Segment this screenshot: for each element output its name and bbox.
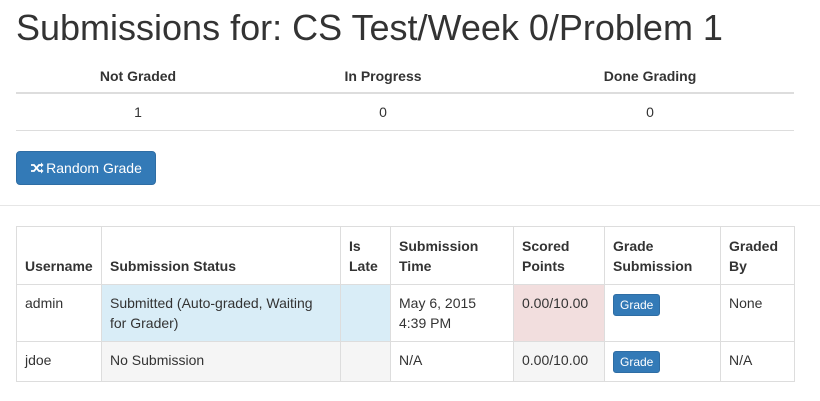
done-grading-count: 0 xyxy=(506,93,794,131)
section-divider xyxy=(0,205,820,206)
is-late-cell xyxy=(340,284,391,342)
submissions-table: Username Submission Status Is Late Submi… xyxy=(16,226,795,382)
random-grade-label: Random Grade xyxy=(46,160,142,176)
graded-by-header: Graded By xyxy=(720,226,795,285)
submission-status-header: Submission Status xyxy=(101,226,341,285)
is-late-header: Is Late xyxy=(340,226,391,285)
grade-submission-cell: Grade xyxy=(604,284,721,342)
grade-submission-header: Grade Submission xyxy=(604,226,721,285)
graded-by-cell: None xyxy=(720,284,795,342)
scored-points-cell: 0.00/10.00 xyxy=(513,341,605,382)
not-graded-count: 1 xyxy=(16,93,260,131)
page-title: Submissions for: CS Test/Week 0/Problem … xyxy=(16,7,723,48)
in-progress-header: In Progress xyxy=(260,60,506,94)
username-cell: jdoe xyxy=(16,341,102,382)
submission-status-cell: No Submission xyxy=(101,341,341,382)
submission-time-header: Submission Time xyxy=(390,226,514,285)
grade-button[interactable]: Grade xyxy=(613,351,661,373)
random-grade-button[interactable]: Random Grade xyxy=(16,151,156,185)
username-header: Username xyxy=(16,226,102,285)
in-progress-count: 0 xyxy=(260,93,506,131)
grading-summary-table: Not Graded In Progress Done Grading 1 0 … xyxy=(16,60,794,131)
graded-by-cell: N/A xyxy=(720,341,795,382)
not-graded-header: Not Graded xyxy=(16,60,260,94)
scored-points-header: Scored Points xyxy=(513,226,605,285)
grade-submission-cell: Grade xyxy=(604,341,721,382)
table-row: admin Submitted (Auto-graded, Waiting fo… xyxy=(16,284,795,342)
is-late-cell xyxy=(340,341,391,382)
submission-status-cell: Submitted (Auto-graded, Waiting for Grad… xyxy=(101,284,341,342)
table-row: jdoe No Submission N/A 0.00/10.00 Grade … xyxy=(16,341,795,382)
scored-points-cell: 0.00/10.00 xyxy=(513,284,605,342)
random-icon xyxy=(30,161,44,175)
username-cell: admin xyxy=(16,284,102,342)
submission-time-cell: N/A xyxy=(390,341,514,382)
grade-button[interactable]: Grade xyxy=(613,294,661,316)
submission-time-cell: May 6, 2015 4:39 PM xyxy=(390,284,514,342)
done-grading-header: Done Grading xyxy=(506,60,794,94)
